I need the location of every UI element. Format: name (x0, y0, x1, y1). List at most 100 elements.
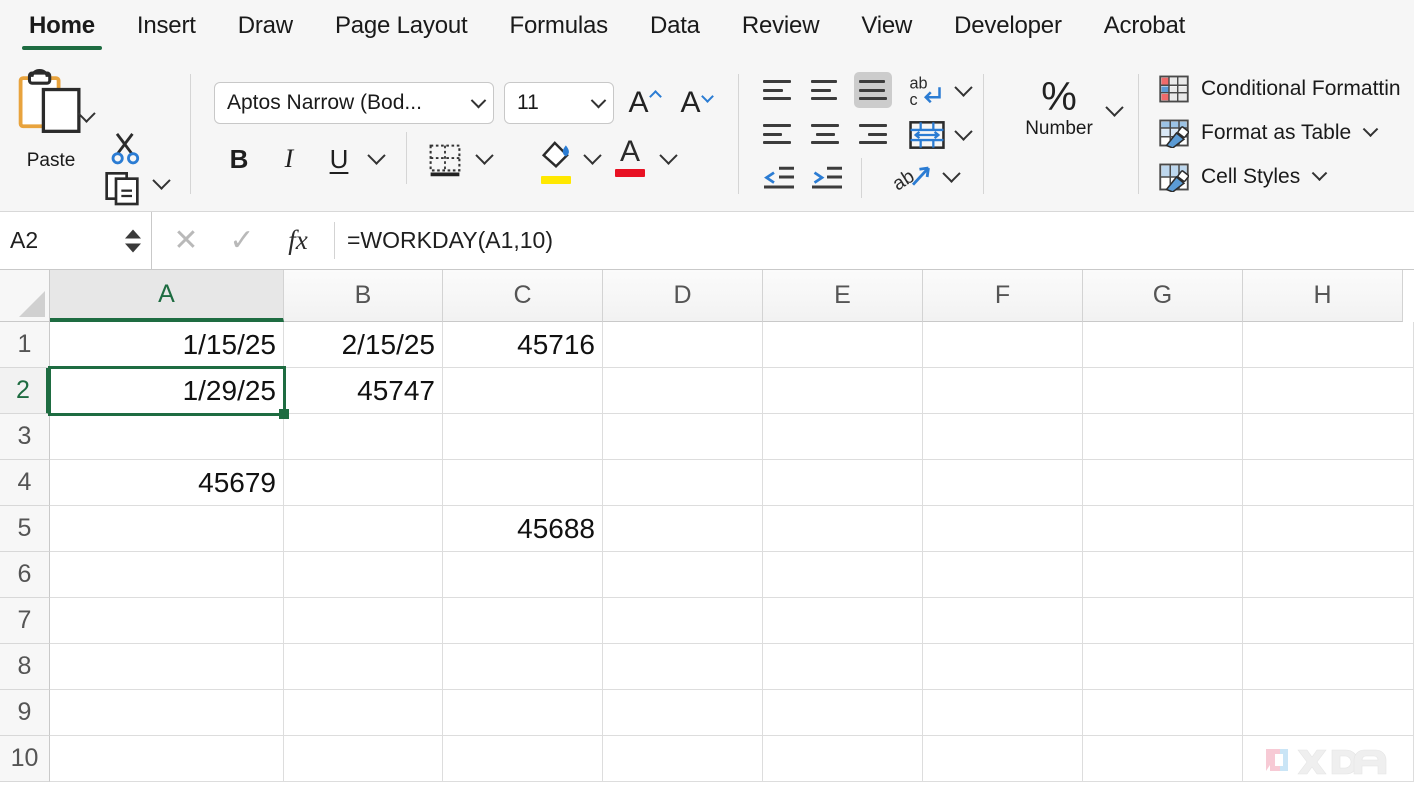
cell-d6[interactable] (603, 552, 763, 598)
cell-g4[interactable] (1083, 460, 1243, 506)
cell-e3[interactable] (763, 414, 923, 460)
copy-button[interactable] (104, 168, 144, 213)
row-header-10[interactable]: 10 (0, 736, 50, 782)
cell-f9[interactable] (923, 690, 1083, 736)
tab-draw[interactable]: Draw (217, 8, 314, 50)
cell-e10[interactable] (763, 736, 923, 782)
cell-a5[interactable] (50, 506, 284, 552)
row-header-8[interactable]: 8 (0, 644, 50, 690)
column-header-b[interactable]: B (284, 270, 443, 322)
cell-c8[interactable] (443, 644, 603, 690)
cell-b6[interactable] (284, 552, 443, 598)
borders-dropdown-button[interactable] (478, 152, 491, 170)
cell-c3[interactable] (443, 414, 603, 460)
cell-g8[interactable] (1083, 644, 1243, 690)
cell-d1[interactable] (603, 322, 763, 368)
name-box-spinner[interactable] (125, 229, 141, 252)
column-header-a[interactable]: A (50, 270, 284, 322)
cell-e5[interactable] (763, 506, 923, 552)
column-header-e[interactable]: E (763, 270, 923, 322)
number-format-button[interactable]: % Number (1004, 78, 1114, 140)
shrink-font-button[interactable]: A (672, 82, 720, 124)
fill-color-dropdown-button[interactable] (586, 152, 599, 170)
cell-c7[interactable] (443, 598, 603, 644)
enter-formula-button[interactable]: ✓ (214, 226, 270, 256)
cell-h3[interactable] (1243, 414, 1414, 460)
cell-b2[interactable]: 45747 (284, 368, 443, 414)
cell-a6[interactable] (50, 552, 284, 598)
cell-h7[interactable] (1243, 598, 1414, 644)
cell-a3[interactable] (50, 414, 284, 460)
fill-handle[interactable] (279, 409, 289, 419)
wrap-text-button[interactable]: ab c (903, 70, 951, 112)
insert-function-button[interactable]: fx (270, 225, 326, 256)
bold-button[interactable]: B (218, 138, 260, 180)
column-header-h[interactable]: H (1243, 270, 1403, 322)
format-as-table-button[interactable]: Format as Table (1159, 116, 1376, 150)
tab-insert[interactable]: Insert (116, 8, 217, 50)
tab-formulas[interactable]: Formulas (489, 8, 629, 50)
row-header-3[interactable]: 3 (0, 414, 50, 460)
cell-a9[interactable] (50, 690, 284, 736)
borders-button[interactable] (422, 138, 468, 182)
cell-g1[interactable] (1083, 322, 1243, 368)
name-box[interactable]: A2 (0, 212, 152, 269)
cell-h6[interactable] (1243, 552, 1414, 598)
cell-h9[interactable] (1243, 690, 1414, 736)
cell-styles-button[interactable]: Cell Styles (1159, 160, 1325, 194)
underline-button[interactable]: U (318, 138, 360, 180)
cell-g5[interactable] (1083, 506, 1243, 552)
cell-b10[interactable] (284, 736, 443, 782)
cell-g10[interactable] (1083, 736, 1243, 782)
tab-review[interactable]: Review (721, 8, 841, 50)
cell-b1[interactable]: 2/15/25 (284, 322, 443, 368)
font-color-dropdown-button[interactable] (662, 152, 675, 170)
row-header-1[interactable]: 1 (0, 322, 50, 368)
cell-e6[interactable] (763, 552, 923, 598)
cell-c1[interactable]: 45716 (443, 322, 603, 368)
cell-a2[interactable]: 1/29/25 (50, 368, 284, 414)
wrap-text-dropdown-button[interactable] (957, 84, 970, 102)
cell-a4[interactable]: 45679 (50, 460, 284, 506)
cell-f10[interactable] (923, 736, 1083, 782)
cell-d8[interactable] (603, 644, 763, 690)
cell-d3[interactable] (603, 414, 763, 460)
cell-d4[interactable] (603, 460, 763, 506)
cell-f6[interactable] (923, 552, 1083, 598)
column-header-d[interactable]: D (603, 270, 763, 322)
number-format-dropdown-button[interactable] (1108, 104, 1121, 122)
cell-e7[interactable] (763, 598, 923, 644)
italic-button[interactable]: I (268, 138, 310, 180)
align-top-button[interactable] (758, 72, 796, 108)
row-header-6[interactable]: 6 (0, 552, 50, 598)
cell-b9[interactable] (284, 690, 443, 736)
row-header-9[interactable]: 9 (0, 690, 50, 736)
cell-d10[interactable] (603, 736, 763, 782)
align-right-button[interactable] (854, 116, 892, 152)
cell-b3[interactable] (284, 414, 443, 460)
column-header-c[interactable]: C (443, 270, 603, 322)
cell-g7[interactable] (1083, 598, 1243, 644)
cell-g9[interactable] (1083, 690, 1243, 736)
cell-e9[interactable] (763, 690, 923, 736)
select-all-corner[interactable] (0, 270, 50, 322)
align-bottom-button[interactable] (854, 72, 892, 108)
align-left-button[interactable] (758, 116, 796, 152)
tab-developer[interactable]: Developer (933, 8, 1083, 50)
merge-center-dropdown-button[interactable] (957, 128, 970, 146)
cell-f2[interactable] (923, 368, 1083, 414)
cell-h10[interactable] (1243, 736, 1414, 782)
cell-g6[interactable] (1083, 552, 1243, 598)
cell-c2[interactable] (443, 368, 603, 414)
decrease-indent-button[interactable] (758, 158, 800, 196)
paste-dropdown-button[interactable] (80, 110, 93, 128)
cell-h1[interactable] (1243, 322, 1414, 368)
formula-input[interactable]: =WORKDAY(A1,10) (337, 212, 1414, 269)
cell-e2[interactable] (763, 368, 923, 414)
cell-h2[interactable] (1243, 368, 1414, 414)
cell-d5[interactable] (603, 506, 763, 552)
align-middle-button[interactable] (806, 72, 844, 108)
font-color-button[interactable]: A (604, 136, 656, 177)
cell-c6[interactable] (443, 552, 603, 598)
tab-data[interactable]: Data (629, 8, 721, 50)
